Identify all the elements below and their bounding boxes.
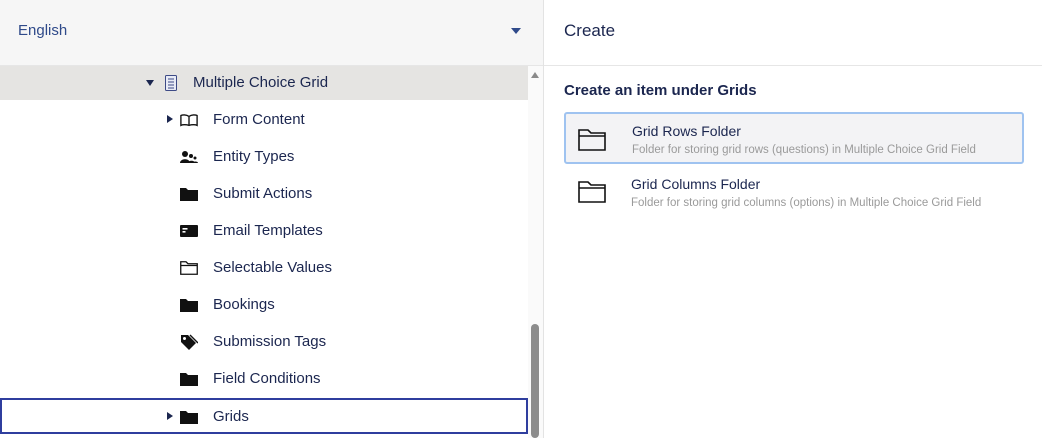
tags-icon [180,333,198,351]
tree-node-label[interactable]: Bookings [213,296,275,313]
email-card-icon [180,222,198,240]
folder-icon [180,370,198,388]
language-label[interactable]: English [18,22,67,39]
create-panel-header: Create [544,0,1042,66]
tree-node-field-conditions[interactable]: Field Conditions [0,360,528,397]
create-option-grid-rows-folder[interactable]: Grid Rows Folder Folder for storing grid… [564,112,1024,164]
language-selector[interactable]: English [0,0,543,66]
option-description: Folder for storing grid rows (questions)… [632,144,976,156]
caret-down-icon[interactable] [146,80,154,86]
tree-node-label[interactable]: Multiple Choice Grid [193,74,328,91]
book-icon [180,111,198,129]
chevron-down-icon[interactable] [511,28,521,34]
tree-node-entity-types[interactable]: Entity Types [0,138,528,175]
content-tree: Multiple Choice Grid Form Content Entity… [0,66,528,438]
tree-node-label[interactable]: Field Conditions [213,370,321,387]
folder-icon [180,185,198,203]
create-panel: Create Create an item under Grids Grid R… [544,0,1042,438]
tree-node-selectable-values[interactable]: Selectable Values [0,249,528,286]
tree-node-grids[interactable]: Grids [0,398,528,434]
tree-node-bookings[interactable]: Bookings [0,286,528,323]
tree-node-submit-actions[interactable]: Submit Actions [0,175,528,212]
option-description: Folder for storing grid columns (options… [631,197,982,209]
panel-title: Create [564,21,616,40]
tree-node-label[interactable]: Form Content [213,111,305,128]
tree-node-label[interactable]: Grids [213,408,249,425]
users-icon [180,148,198,166]
option-name[interactable]: Grid Rows Folder [632,123,741,139]
tree-node-email-templates[interactable]: Email Templates [0,212,528,249]
caret-right-icon[interactable] [167,115,173,123]
scrollbar-thumb[interactable] [531,324,539,438]
tree-node-form-content[interactable]: Form Content [0,101,528,138]
tree-node-label[interactable]: Submission Tags [213,333,326,350]
tree-node-label[interactable]: Entity Types [213,148,294,165]
folder-icon [180,296,198,314]
option-name[interactable]: Grid Columns Folder [631,176,760,192]
section-title: Create an item under Grids [564,82,757,99]
folder-icon [180,408,198,426]
tree-node-submission-tags[interactable]: Submission Tags [0,323,528,360]
tree-node-multiple-choice-grid[interactable]: Multiple Choice Grid [0,66,528,100]
tree-node-label[interactable]: Selectable Values [213,259,332,276]
folder-outline-icon [578,180,606,204]
folder-outline-icon [180,259,198,277]
tree-node-label[interactable]: Email Templates [213,222,323,239]
tree-node-label[interactable]: Submit Actions [213,185,312,202]
tree-panel: English Multiple Choice Grid Form Conten… [0,0,543,438]
create-option-grid-columns-folder[interactable]: Grid Columns Folder Folder for storing g… [564,166,1024,218]
caret-right-icon[interactable] [167,412,173,420]
form-document-icon [162,74,180,92]
scroll-up-arrow-icon[interactable] [531,72,539,78]
folder-outline-icon [578,128,606,152]
